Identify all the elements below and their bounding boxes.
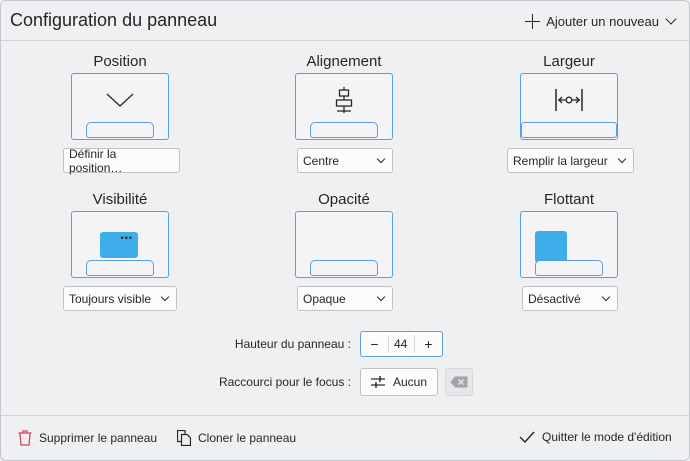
opacity-label: Opacité (318, 191, 370, 208)
position-label: Position (93, 53, 147, 70)
alignment-section: Alignement Centre (274, 52, 414, 173)
configure-icon (370, 376, 385, 388)
floating-preview[interactable] (520, 211, 618, 278)
opacity-value: Opaque (303, 291, 346, 306)
trash-icon (18, 430, 32, 446)
alignment-value: Centre (303, 153, 340, 168)
opacity-preview[interactable] (295, 211, 393, 278)
chevron-down-icon (160, 292, 170, 302)
checkmark-icon (519, 431, 535, 443)
decrement-button[interactable]: − (361, 336, 388, 352)
plus-icon (525, 13, 541, 29)
window-icon: ••• (100, 232, 138, 258)
visibility-section: Visibilité ••• Toujours visible (50, 190, 190, 311)
focus-shortcut-button[interactable]: Aucun (360, 368, 438, 396)
opacity-combobox[interactable]: Opaque (297, 286, 393, 311)
width-value: Remplir la largeur (513, 153, 608, 168)
fill-width-icon (555, 89, 583, 111)
visibility-preview[interactable]: ••• (71, 211, 169, 278)
panel-height-spinbox[interactable]: − 44 + (360, 331, 443, 357)
clear-shortcut-button[interactable] (445, 368, 473, 396)
delete-panel-button[interactable]: Supprimer le panneau (18, 430, 157, 446)
add-new-label: Ajouter un nouveau (546, 13, 659, 29)
chevron-down-icon (665, 13, 677, 25)
panel-configuration-window: Configuration du panneau Ajouter un nouv… (0, 0, 690, 461)
alignment-combobox[interactable]: Centre (297, 148, 393, 173)
alignment-preview[interactable] (295, 73, 393, 140)
width-combobox[interactable]: Remplir la largeur (507, 148, 634, 173)
mini-panel (86, 122, 154, 138)
position-button[interactable]: Définir la position… (63, 146, 180, 175)
mini-panel (521, 122, 617, 138)
visibility-value: Toujours visible (69, 291, 152, 306)
add-new-button[interactable]: Ajouter un nouveau (525, 11, 679, 31)
chevron-down-icon (106, 93, 134, 107)
increment-button[interactable]: + (415, 336, 442, 352)
chevron-down-icon (376, 292, 386, 302)
chevron-down-icon (601, 292, 611, 302)
mini-panel (310, 260, 378, 276)
footer: Supprimer le panneau Cloner le panneau Q… (1, 415, 689, 460)
position-value: Définir la position… (69, 146, 123, 175)
clone-panel-button[interactable]: Cloner le panneau (177, 430, 296, 446)
align-center-icon (335, 87, 353, 113)
panel-height-label: Hauteur du panneau : (234, 337, 351, 351)
copy-icon (177, 430, 191, 446)
window-title: Configuration du panneau (10, 10, 218, 30)
floating-label: Flottant (543, 191, 595, 208)
opacity-section: Opacité Opaque (274, 190, 414, 311)
floating-window-icon (535, 231, 567, 263)
floating-combobox[interactable]: Désactivé (522, 286, 618, 311)
clone-panel-label: Cloner le panneau (198, 431, 297, 445)
clear-icon (450, 376, 468, 388)
exit-edit-mode-button[interactable]: Quitter le mode d'édition (519, 430, 672, 444)
position-preview[interactable] (71, 73, 169, 140)
chevron-down-icon (376, 154, 386, 164)
chevron-down-icon (617, 154, 627, 164)
mini-panel (86, 260, 154, 276)
floating-value: Désactivé (528, 291, 581, 306)
focus-shortcut-label: Raccourci pour le focus : (218, 375, 351, 389)
delete-panel-label: Supprimer le panneau (39, 431, 158, 445)
width-label: Largeur (543, 53, 595, 70)
header: Configuration du panneau Ajouter un nouv… (1, 1, 689, 41)
width-section: Largeur Remplir la largeur (499, 52, 639, 173)
visibility-combobox[interactable]: Toujours visible (63, 286, 177, 311)
exit-edit-mode-label: Quitter le mode d'édition (542, 430, 672, 444)
focus-shortcut-value: Aucun (392, 375, 428, 389)
position-section: Position Définir la position… (50, 52, 190, 175)
width-preview[interactable] (520, 73, 618, 140)
alignment-label: Alignement (306, 53, 382, 70)
panel-height-value[interactable]: 44 (388, 335, 415, 353)
mini-panel (535, 260, 603, 276)
mini-panel (310, 122, 378, 138)
floating-section: Flottant Désactivé (499, 190, 639, 311)
visibility-label: Visibilité (92, 191, 148, 208)
